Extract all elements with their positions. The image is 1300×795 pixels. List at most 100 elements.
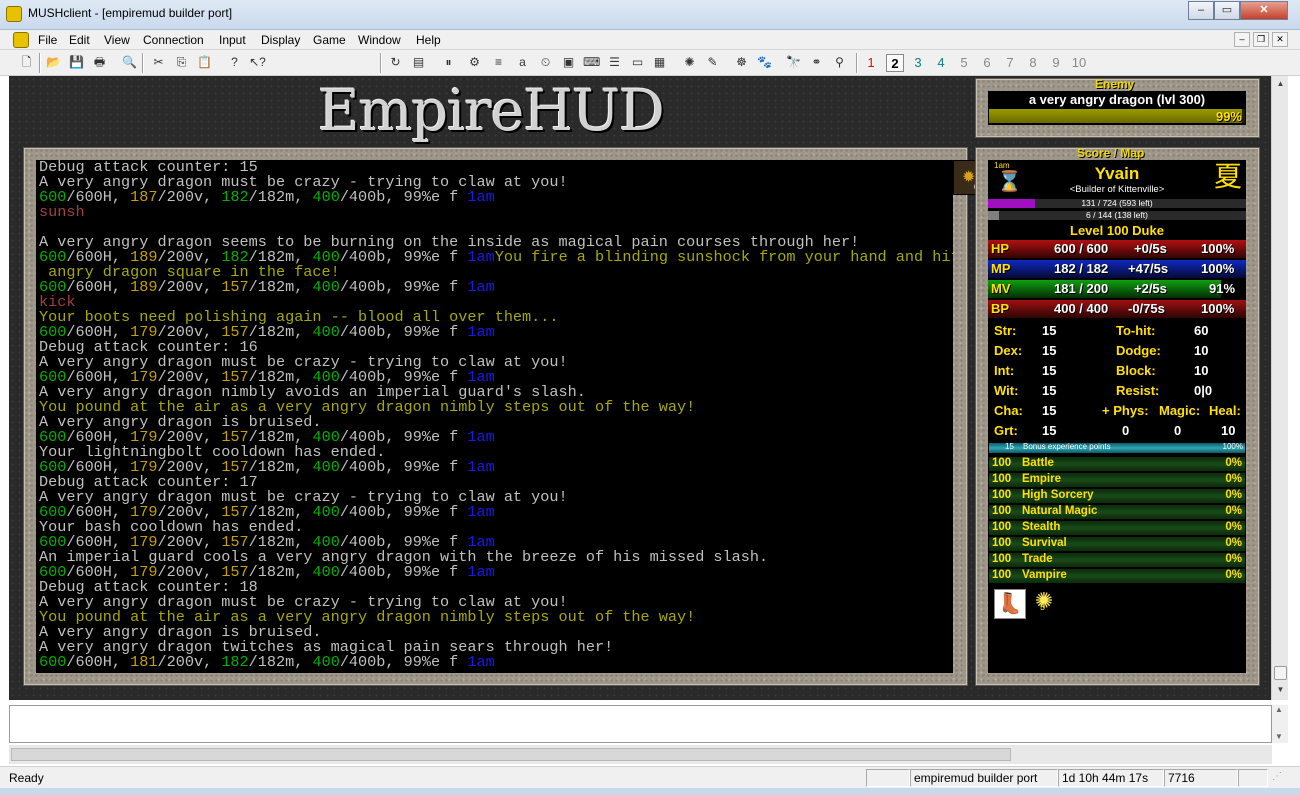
close-button[interactable]: ✕ <box>1240 1 1288 20</box>
window-title: MUSHclient - [empiremud builder port] <box>28 6 233 20</box>
output-segment: An imperial guard cools a very angry dra… <box>39 550 769 565</box>
dex-value: 15 <box>1042 343 1057 358</box>
help-icon[interactable]: ? <box>226 54 243 71</box>
int-label: Int: <box>994 363 1015 378</box>
menu-input[interactable]: Input <box>219 33 246 47</box>
quest-points-bar: 6 / 144 (138 left) <box>988 210 1246 220</box>
skill-percent: 0% <box>1225 553 1242 565</box>
find-next-icon[interactable]: ⚭ <box>808 54 825 71</box>
menu-help[interactable]: Help <box>416 33 441 47</box>
maximize-button[interactable]: ▭ <box>1214 1 1240 20</box>
world-5-button[interactable]: 5 <box>955 54 973 72</box>
world-7-button[interactable]: 7 <box>1001 54 1019 72</box>
output-segment: 157 <box>221 505 249 520</box>
output-line: Debug attack counter: 15 <box>39 160 953 175</box>
world-properties-icon[interactable]: ⚙ <box>466 54 483 71</box>
scripts-icon[interactable]: ✎ <box>704 54 721 71</box>
input-scrollbar[interactable]: ▲ ▼ <box>1272 705 1288 743</box>
menu-window[interactable]: Window <box>358 33 401 47</box>
timers-icon[interactable]: ⏲ <box>537 54 554 71</box>
notepad-icon[interactable]: ▭ <box>629 54 646 71</box>
output-segment: 400 <box>312 325 340 340</box>
print-preview-icon[interactable]: 🔍 <box>121 54 138 71</box>
output-window-icon[interactable]: ▣ <box>560 54 577 71</box>
output-segment: /182m, <box>248 655 313 670</box>
reconnect-icon[interactable]: ↻ <box>387 54 404 71</box>
variables-icon[interactable]: ☰ <box>606 54 623 71</box>
menu-view[interactable]: View <box>104 33 130 47</box>
output-line: 600/600H, 179/200v, 157/182m, 400/400b, … <box>39 370 953 385</box>
plugins-icon[interactable]: ☸ <box>733 54 750 71</box>
open-folder-icon[interactable]: 📂 <box>45 54 62 71</box>
output-line: Your bash cooldown has ended. <box>39 520 953 535</box>
wit-label: Wit: <box>994 383 1019 398</box>
world-2-button[interactable]: 2 <box>886 54 904 72</box>
mapper-icon[interactable]: ✺ <box>681 54 698 71</box>
enemy-health-fill <box>989 109 1243 123</box>
output-segment: A very angry dragon twitches as magical … <box>39 640 614 655</box>
output-segment: /400b, 99%e f <box>339 190 468 205</box>
minimize-button[interactable]: – <box>1188 1 1214 20</box>
paw-icon[interactable]: 🐾 <box>756 54 773 71</box>
paste-icon[interactable]: 📋 <box>196 54 213 71</box>
horizontal-scrollbar[interactable] <box>9 745 1272 764</box>
macros-icon[interactable]: ⌨ <box>583 54 600 71</box>
output-line: 600/600H, 189/200v, 182/182m, 400/400b, … <box>39 250 953 265</box>
output-line: A very angry dragon nimbly avoids an imp… <box>39 385 953 400</box>
dex-label: Dex: <box>994 343 1023 358</box>
menu-file[interactable]: File <box>38 33 57 47</box>
mdi-child-icon[interactable] <box>13 32 29 48</box>
scroll-thumb[interactable] <box>1274 666 1287 680</box>
hp-percent: 100% <box>1201 241 1235 256</box>
print-icon[interactable]: 🖶 <box>91 54 108 71</box>
save-icon[interactable]: 💾 <box>68 54 85 71</box>
list-icon[interactable]: ▦ <box>651 54 668 71</box>
scroll-up-arrow-icon[interactable]: ▲ <box>1273 76 1288 92</box>
world-8-button[interactable]: 8 <box>1024 54 1042 72</box>
boot-affect-icon[interactable]: 👢 <box>994 589 1026 619</box>
skill-row: 100 Battle 0% <box>989 457 1245 472</box>
pause-icon[interactable]: ⏸ <box>440 54 457 71</box>
aliases-icon[interactable]: a <box>514 54 531 71</box>
mdi-close-button[interactable]: ✕ <box>1272 32 1288 47</box>
context-help-icon[interactable]: ↖? <box>249 54 266 71</box>
app-icon[interactable] <box>6 6 22 22</box>
output-line: Debug attack counter: 17 <box>39 475 953 490</box>
world-6-button[interactable]: 6 <box>978 54 996 72</box>
output-segment: /182m, <box>248 565 313 580</box>
menu-connection[interactable]: Connection <box>143 33 204 47</box>
mdi-minimize-button[interactable]: – <box>1234 32 1250 47</box>
cut-icon[interactable]: ✂ <box>150 54 167 71</box>
resize-grip-icon[interactable]: ⋰ <box>1272 771 1282 782</box>
find-icon[interactable]: 🔭 <box>785 54 802 71</box>
world-3-button[interactable]: 3 <box>909 54 927 72</box>
triggers-icon[interactable]: ≡ <box>490 54 507 71</box>
output-segment: /600H, <box>66 565 131 580</box>
world-9-button[interactable]: 9 <box>1047 54 1065 72</box>
tohit-value: 60 <box>1194 323 1209 338</box>
scroll-down-arrow-icon[interactable]: ▼ <box>1273 682 1288 698</box>
output-segment: 157 <box>221 460 249 475</box>
mdi-restore-button[interactable]: ❐ <box>1253 32 1269 47</box>
bonus-experience-bar: 15 Bonus experience points 100% <box>989 442 1245 453</box>
new-document-icon[interactable]: 🗋 <box>18 54 35 71</box>
horizontal-scroll-thumb[interactable] <box>11 748 1011 761</box>
world-1-button[interactable]: 1 <box>862 54 880 72</box>
character-level: Level 100 Duke <box>1070 223 1164 238</box>
log-icon[interactable]: ▤ <box>410 54 427 71</box>
output-segment: 179 <box>130 505 158 520</box>
output-scrollbar[interactable]: ▲ ▼ <box>1271 76 1288 700</box>
command-input[interactable] <box>9 705 1272 743</box>
copy-icon[interactable]: ⎘ <box>173 54 190 71</box>
output-segment: 400 <box>312 250 340 265</box>
activity-icon[interactable]: ⚲ <box>831 54 848 71</box>
output-segment: 600 <box>39 655 67 670</box>
output-segment: /400b, 99%e f <box>339 655 468 670</box>
menu-game[interactable]: Game <box>313 33 346 47</box>
sunburst-affect-icon[interactable]: ✺ 5 <box>1030 589 1058 619</box>
world-10-button[interactable]: 10 <box>1068 54 1090 72</box>
heal-value: 10 <box>1221 423 1236 438</box>
menu-edit[interactable]: Edit <box>69 33 90 47</box>
world-4-button[interactable]: 4 <box>932 54 950 72</box>
menu-display[interactable]: Display <box>261 33 300 47</box>
